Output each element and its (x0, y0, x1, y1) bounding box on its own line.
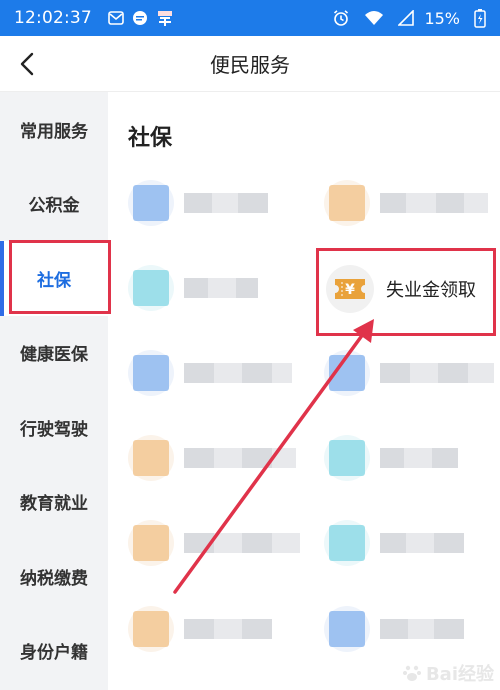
watermark: Bai经验 (402, 660, 494, 686)
annotation-highlight-sidebar (9, 240, 111, 314)
sidebar-item-label: 常用服务 (20, 121, 88, 142)
category-sidebar: 常用服务 公积金 社保 健康医保 行驶驾驶 教育就业 纳税缴费 身份户籍 (0, 92, 108, 690)
service-icon (128, 435, 174, 481)
blurred-label (184, 533, 300, 553)
service-icon (128, 350, 174, 396)
blurred-label (380, 363, 494, 383)
blurred-label (380, 619, 464, 639)
service-item[interactable] (128, 180, 268, 226)
sidebar-item-tax-payment[interactable]: 纳税缴费 (0, 539, 108, 614)
service-icon (324, 520, 370, 566)
mail-icon (108, 11, 124, 25)
paw-icon (402, 665, 421, 681)
sidebar-item-education-employment[interactable]: 教育就业 (0, 465, 108, 540)
service-icon (324, 350, 370, 396)
blurred-label (380, 193, 488, 213)
service-icon (324, 606, 370, 652)
sidebar-item-label: 公积金 (28, 196, 80, 217)
service-icon (128, 606, 174, 652)
blurred-label (380, 448, 458, 468)
status-time: 12:02:37 (14, 8, 92, 28)
service-item[interactable] (324, 606, 464, 652)
service-item[interactable] (128, 606, 272, 652)
blurred-label (380, 533, 464, 553)
battery-percent: 15% (424, 8, 460, 28)
sidebar-item-label: 纳税缴费 (20, 568, 88, 589)
sidebar-item-label: 健康医保 (20, 345, 88, 366)
page-title: 便民服务 (210, 53, 290, 77)
battery-charging-icon (474, 8, 486, 28)
cell-signal-icon (398, 10, 415, 26)
service-item[interactable] (324, 180, 488, 226)
service-panel: 社保 ¥ 失业金领取 (108, 92, 500, 690)
alarm-icon (332, 9, 350, 27)
blurred-label (184, 363, 292, 383)
service-item[interactable] (324, 520, 464, 566)
service-icon (128, 265, 174, 311)
chevron-left-icon (20, 52, 34, 76)
section-title: 社保 (128, 126, 173, 151)
service-icon (128, 520, 174, 566)
chat-bubble-icon (132, 10, 148, 26)
blurred-label (184, 619, 272, 639)
sidebar-item-label: 行驶驾驶 (20, 419, 88, 440)
app-notification-icon (156, 9, 174, 27)
service-icon (324, 180, 370, 226)
wifi-icon (364, 10, 384, 26)
blurred-label (184, 193, 268, 213)
nav-bar: 便民服务 (0, 36, 500, 92)
service-item[interactable] (128, 520, 300, 566)
sidebar-item-housing-fund[interactable]: 公积金 (0, 167, 108, 242)
sidebar-item-label: 教育就业 (20, 494, 88, 515)
status-bar: 12:02:37 15% (0, 0, 500, 36)
service-icon (324, 435, 370, 481)
sidebar-item-health-insurance[interactable]: 健康医保 (0, 316, 108, 391)
service-item[interactable] (324, 350, 494, 396)
sidebar-item-label: 身份户籍 (20, 643, 88, 664)
annotation-highlight-service (316, 248, 496, 336)
blurred-label (184, 448, 296, 468)
service-icon (128, 180, 174, 226)
service-item[interactable] (128, 265, 258, 311)
sidebar-item-identity-household[interactable]: 身份户籍 (0, 614, 108, 689)
back-button[interactable] (14, 50, 42, 78)
service-item[interactable] (128, 350, 292, 396)
blurred-label (184, 278, 258, 298)
sidebar-item-common[interactable]: 常用服务 (0, 92, 108, 167)
service-item[interactable] (128, 435, 296, 481)
service-item[interactable] (324, 435, 458, 481)
watermark-text: Bai经验 (425, 664, 494, 685)
sidebar-item-driving[interactable]: 行驶驾驶 (0, 390, 108, 465)
